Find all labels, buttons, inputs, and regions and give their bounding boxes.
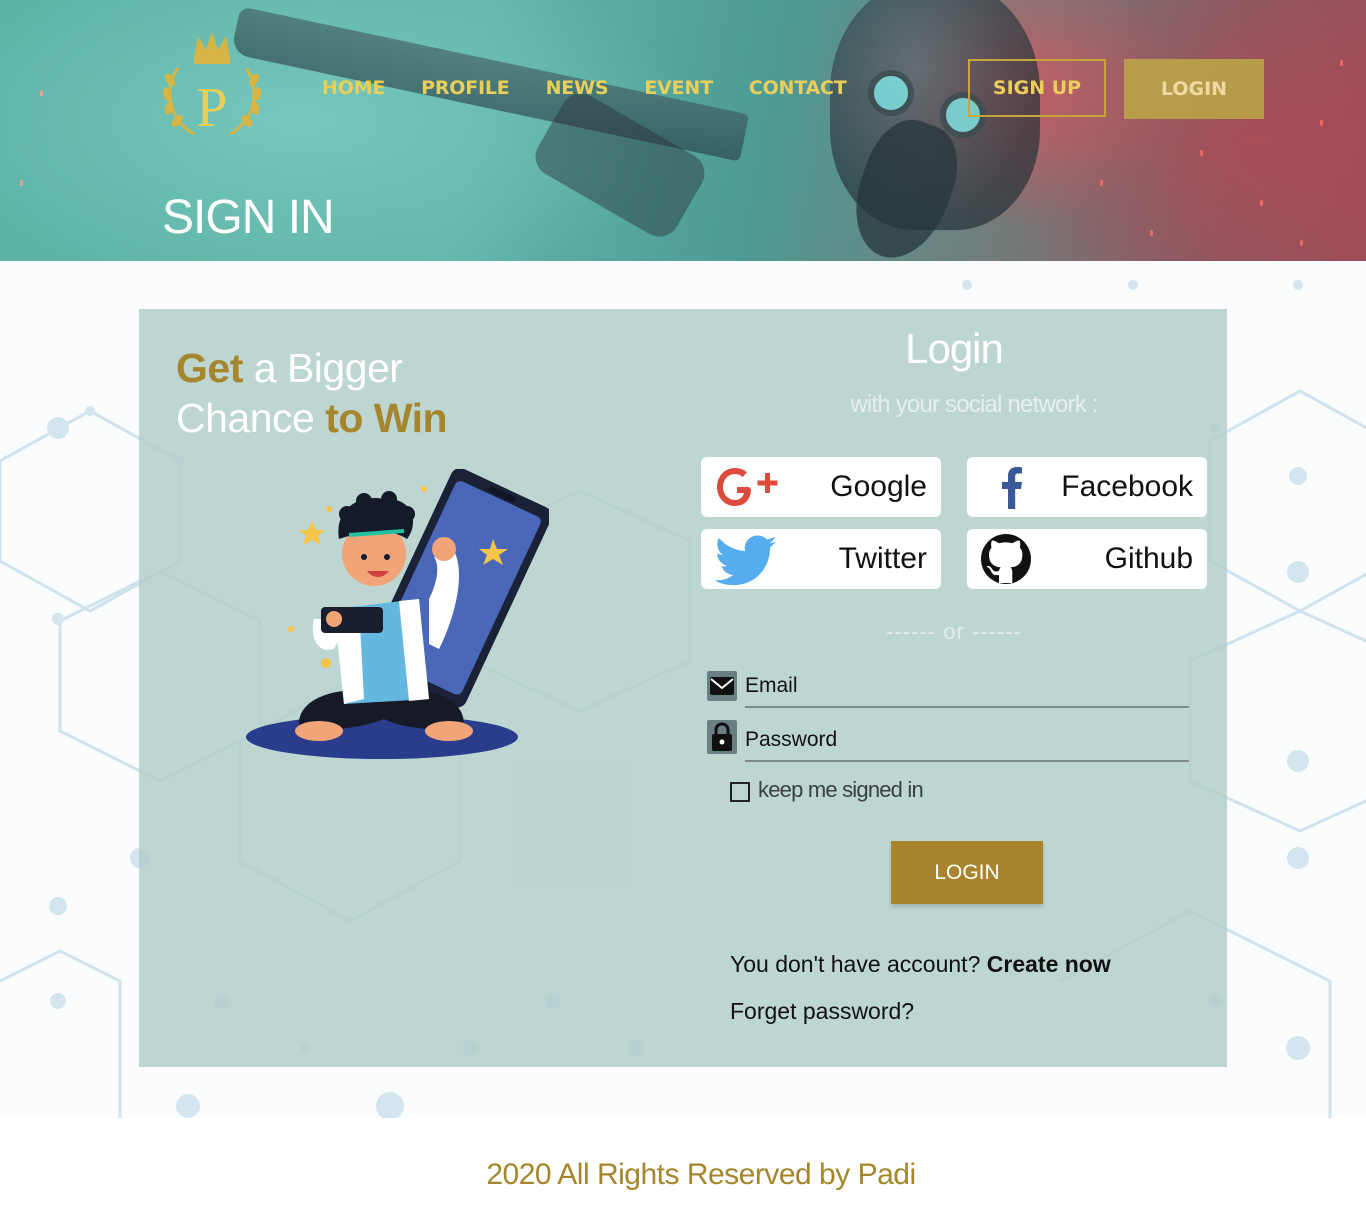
twitter-label: Twitter [838, 542, 927, 575]
footer-copyright: 2020 All Rights Reserved by Padi [486, 1158, 916, 1191]
keep-signed-in-checkbox[interactable] [730, 782, 750, 802]
promo-to-win: to Win [325, 395, 448, 441]
signup-button[interactable]: SIGN UP [968, 59, 1106, 117]
padi-logo[interactable]: P [160, 28, 264, 144]
github-login-button[interactable]: Github [967, 529, 1207, 589]
svg-text:P: P [196, 77, 227, 139]
nav-profile[interactable]: PROFILE [421, 74, 510, 104]
github-label: Github [1104, 542, 1193, 575]
twitter-icon [714, 535, 777, 585]
nav-news[interactable]: NEWS [546, 74, 609, 104]
promo-tagline: Get a Bigger Chance to Win [176, 343, 448, 443]
lock-icon [707, 720, 737, 754]
hero-banner: P HOME PROFILE NEWS EVENT CONTACT SIGN U… [0, 0, 1366, 261]
nav-home[interactable]: HOME [322, 74, 385, 104]
spark [1340, 60, 1343, 66]
spark [1260, 200, 1263, 206]
email-underline [745, 706, 1189, 708]
facebook-icon [1002, 467, 1022, 509]
spark [1100, 180, 1103, 186]
email-field[interactable]: Email [745, 674, 798, 698]
page-title: SIGN IN [162, 191, 335, 244]
create-account-link[interactable]: Create now [987, 951, 1111, 977]
no-account-text: You don't have account? [730, 951, 981, 977]
github-icon [981, 534, 1031, 584]
or-divider: ------ or ------ [886, 619, 1022, 644]
spark [20, 180, 23, 186]
gamer-illustration [246, 469, 549, 759]
password-underline [745, 760, 1189, 762]
login-submit-button[interactable]: LOGIN [891, 841, 1043, 904]
signin-card: Get a Bigger Chance to Win Login with yo… [139, 309, 1227, 1067]
spark [1320, 120, 1323, 126]
facebook-login-button[interactable]: Facebook [967, 457, 1207, 517]
email-icon [707, 671, 737, 701]
forget-password-link[interactable]: Forget password? [730, 998, 914, 1025]
header-login-button[interactable]: LOGIN [1124, 59, 1264, 119]
spark [1200, 150, 1203, 156]
login-title: Login [905, 325, 1004, 372]
promo-bigger: a Bigger [242, 345, 403, 391]
spark [1150, 230, 1153, 236]
no-account-prompt: You don't have account? Create now [730, 951, 1111, 978]
twitter-login-button[interactable]: Twitter [701, 529, 941, 589]
main-nav: HOME PROFILE NEWS EVENT CONTACT [322, 74, 883, 104]
password-field[interactable]: Password [745, 728, 837, 752]
facebook-label: Facebook [1061, 470, 1193, 503]
google-plus-icon [717, 468, 778, 506]
keep-signed-in-label: keep me signed in [758, 777, 924, 802]
google-label: Google [830, 470, 927, 503]
spark [40, 90, 43, 96]
nav-event[interactable]: EVENT [644, 74, 713, 104]
nav-contact[interactable]: CONTACT [749, 74, 847, 104]
google-login-button[interactable]: Google [701, 457, 941, 517]
login-subtitle: with your social network : [850, 391, 1098, 418]
spark [1300, 240, 1303, 246]
promo-chance: Chance [176, 395, 326, 441]
promo-get: Get [176, 345, 243, 391]
